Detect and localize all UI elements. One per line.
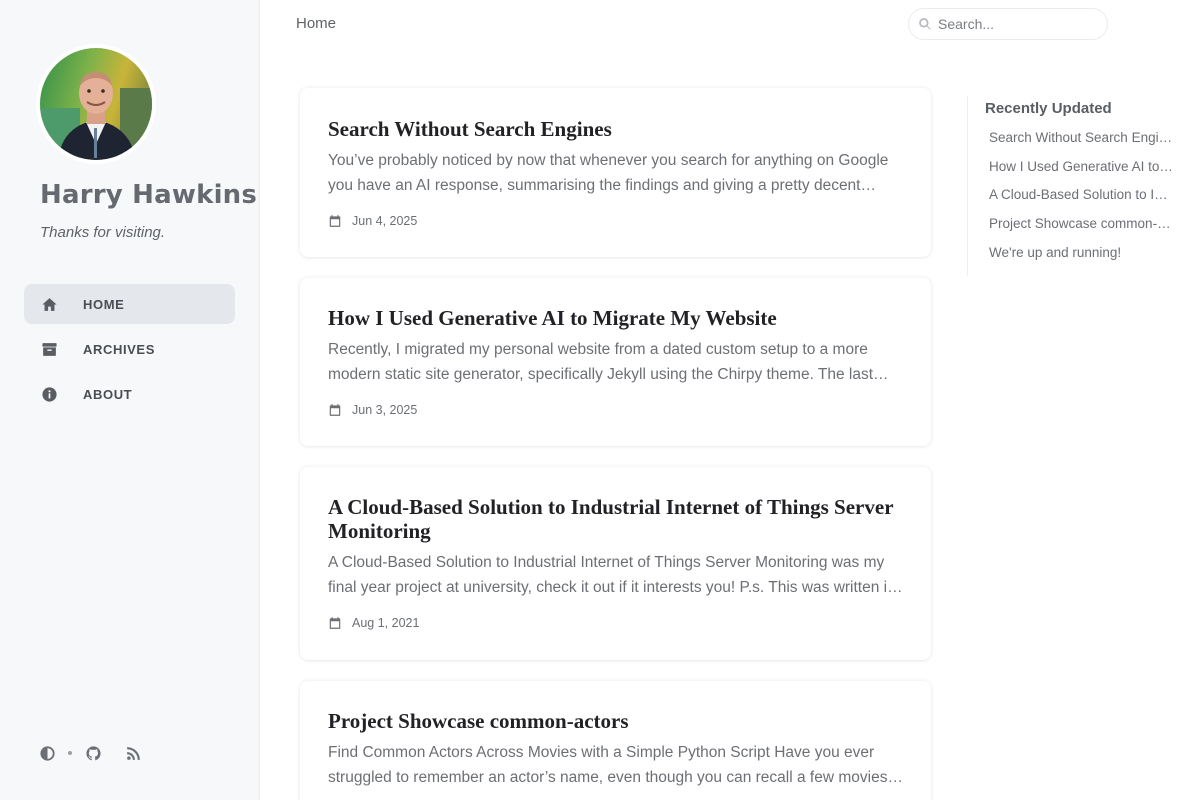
post-title[interactable]: A Cloud-Based Solution to Industrial Int… xyxy=(328,495,903,543)
sidebar-item-home[interactable]: HOME xyxy=(24,284,235,324)
recently-updated-link[interactable]: How I Used Generative AI to … xyxy=(985,158,1175,176)
sidebar-item-about[interactable]: ABOUT xyxy=(24,374,235,414)
rss-icon xyxy=(126,746,140,760)
github-link[interactable] xyxy=(78,738,108,768)
calendar-icon xyxy=(329,215,341,227)
post-title[interactable]: Project Showcase common-actors xyxy=(328,709,903,733)
search-box[interactable] xyxy=(908,8,1108,40)
post-card[interactable]: A Cloud-Based Solution to Industrial Int… xyxy=(300,467,931,660)
avatar[interactable] xyxy=(40,48,152,160)
post-date: Aug 1, 2021 xyxy=(352,616,420,630)
post-date: Jun 3, 2025 xyxy=(352,403,418,417)
theme-toggle-button[interactable] xyxy=(32,738,62,768)
github-icon xyxy=(85,745,101,760)
info-icon xyxy=(40,385,58,403)
recently-updated-link[interactable]: We're up and running! xyxy=(985,244,1175,262)
post-title[interactable]: How I Used Generative AI to Migrate My W… xyxy=(328,306,903,330)
sidebar-nav: HOME ARCHIVES ABOUT xyxy=(24,284,235,419)
recently-updated-link[interactable]: Project Showcase common-a… xyxy=(985,215,1175,233)
post-meta: Jun 4, 2025 xyxy=(328,214,903,228)
post-meta: Jun 3, 2025 xyxy=(328,403,903,417)
recently-updated-panel: Recently Updated Search Without Search E… xyxy=(967,96,1200,276)
post-card[interactable]: How I Used Generative AI to Migrate My W… xyxy=(300,278,931,446)
post-title[interactable]: Search Without Search Engines xyxy=(328,117,903,141)
home-icon xyxy=(40,295,58,313)
search-icon xyxy=(919,18,931,30)
calendar-icon xyxy=(329,404,341,416)
recently-updated-link[interactable]: Search Without Search Engines xyxy=(985,129,1175,147)
avatar-photo xyxy=(40,48,152,160)
sidebar: Harry Hawkins Thanks for visiting. HOME … xyxy=(0,0,260,800)
post-card[interactable]: Search Without Search Engines You’ve pro… xyxy=(300,88,931,257)
sidebar-item-archives[interactable]: ARCHIVES xyxy=(24,329,235,369)
theme-toggle-icon xyxy=(39,745,55,761)
sidebar-item-label: ARCHIVES xyxy=(83,341,155,357)
post-card[interactable]: Project Showcase common-actors Find Comm… xyxy=(300,681,931,800)
breadcrumb: Home xyxy=(296,15,337,32)
post-date: Jun 4, 2025 xyxy=(352,214,418,228)
site-title[interactable]: Harry Hawkins xyxy=(40,180,257,210)
site-subtitle: Thanks for visiting. xyxy=(40,224,166,241)
sidebar-bottom-links xyxy=(32,738,148,768)
calendar-icon xyxy=(329,617,341,629)
post-excerpt: Recently, I migrated my personal website… xyxy=(328,341,889,383)
sidebar-item-label: ABOUT xyxy=(83,386,133,402)
search-input[interactable] xyxy=(938,16,1098,32)
post-excerpt: A Cloud-Based Solution to Industrial Int… xyxy=(328,554,903,596)
recently-updated-link[interactable]: A Cloud-Based Solution to In… xyxy=(985,186,1175,204)
separator-dot xyxy=(68,751,72,755)
recently-updated-list: Search Without Search Engines How I Used… xyxy=(985,129,1200,262)
post-excerpt: You’ve probably noticed by now that when… xyxy=(328,152,889,194)
post-meta: Aug 1, 2021 xyxy=(328,616,903,630)
panel-title: Recently Updated xyxy=(985,100,1112,117)
sidebar-item-label: HOME xyxy=(83,296,125,312)
post-excerpt: Find Common Actors Across Movies with a … xyxy=(328,744,903,786)
archive-icon xyxy=(40,340,58,358)
rss-link[interactable] xyxy=(118,738,148,768)
